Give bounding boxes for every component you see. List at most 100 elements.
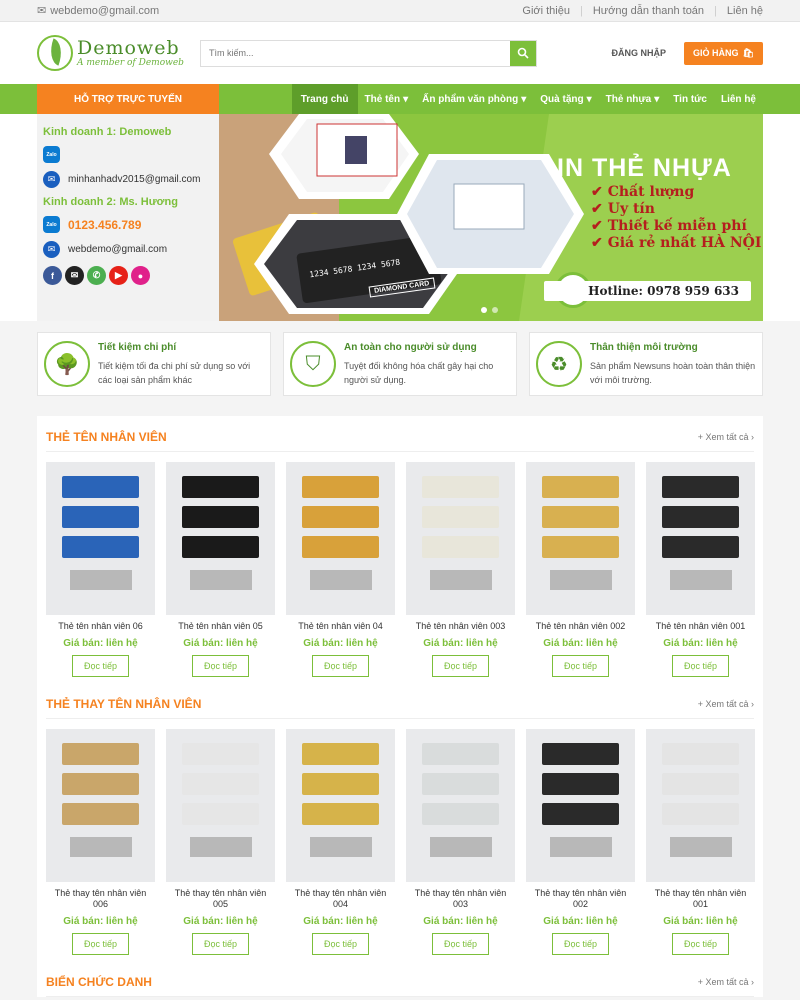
- product-image[interactable]: [526, 462, 635, 615]
- topbar-email[interactable]: ✉ webdemo@gmail.com: [37, 4, 160, 18]
- badge-illustration: [302, 743, 379, 765]
- cart-button[interactable]: GIỎ HÀNG 🛍: [684, 41, 763, 65]
- nav-item-contact[interactable]: Liên hệ: [714, 84, 763, 114]
- phone-icon[interactable]: ✆: [87, 266, 106, 285]
- view-all-link[interactable]: + Xem tất cả ›: [698, 977, 754, 987]
- product-card[interactable]: Thẻ thay tên nhân viên 005 Giá bán: liên …: [166, 729, 275, 955]
- sales-1-email[interactable]: ✉ minhanhadv2015@gmail.com: [43, 171, 213, 188]
- login-link[interactable]: ĐĂNG NHẬP: [612, 48, 667, 58]
- read-more-button[interactable]: Đọc tiếp: [191, 655, 250, 677]
- product-name[interactable]: Thẻ tên nhân viên 002: [526, 621, 635, 632]
- badge-illustration: [182, 743, 259, 765]
- product-name[interactable]: Thẻ tên nhân viên 05: [166, 621, 275, 632]
- product-card[interactable]: Thẻ tên nhân viên 002 Giá bán: liên hệ Đọc…: [526, 462, 635, 677]
- topbar-email-text: webdemo@gmail.com: [50, 4, 160, 17]
- hotline[interactable]: Hotline: 0978 959 633: [544, 281, 751, 301]
- email-share-icon[interactable]: ✉: [65, 266, 84, 285]
- product-name[interactable]: Thẻ thay tên nhân viên 001: [646, 888, 755, 910]
- product-image[interactable]: [286, 462, 395, 615]
- read-more-button[interactable]: Đọc tiếp: [311, 655, 370, 677]
- product-image[interactable]: [166, 729, 275, 882]
- read-more-button[interactable]: Đọc tiếp: [431, 655, 490, 677]
- youtube-icon[interactable]: ▶: [109, 266, 128, 285]
- product-card[interactable]: Thẻ tên nhân viên 003 Giá bán: liên hệ Đọc…: [406, 462, 515, 677]
- read-more-button[interactable]: Đọc tiếp: [191, 933, 250, 955]
- nav-item-label: Ấn phẩm văn phòng: [422, 93, 519, 105]
- online-support-button[interactable]: HỖ TRỢ TRỰC TUYẾN: [37, 84, 219, 114]
- product-card[interactable]: Thẻ thay tên nhân viên 006 Giá bán: liên …: [46, 729, 155, 955]
- divider: |: [579, 4, 583, 17]
- product-name[interactable]: Thẻ thay tên nhân viên 003: [406, 888, 515, 910]
- product-image[interactable]: [406, 462, 515, 615]
- read-more-button[interactable]: Đọc tiếp: [71, 933, 130, 955]
- product-image[interactable]: [406, 729, 515, 882]
- product-name[interactable]: Thẻ thay tên nhân viên 006: [46, 888, 155, 910]
- topbar-link-payment-guide[interactable]: Hướng dẫn thanh toán: [593, 5, 704, 17]
- topbar-link-about[interactable]: Giới thiệu: [522, 5, 570, 17]
- product-name[interactable]: Thẻ thay tên nhân viên 005: [166, 888, 275, 910]
- sales-1-zalo[interactable]: Zalo: [43, 146, 213, 163]
- nav-item-label: Trang chủ: [300, 93, 349, 105]
- product-card[interactable]: Thẻ tên nhân viên 05 Giá bán: liên hệ Đọc …: [166, 462, 275, 677]
- section-title[interactable]: BIỂN CHỨC DANH: [46, 975, 152, 989]
- read-more-button[interactable]: Đọc tiếp: [431, 933, 490, 955]
- product-name[interactable]: Thẻ tên nhân viên 04: [286, 621, 395, 632]
- nav-item-gifts[interactable]: Quà tặng ▾: [533, 84, 598, 114]
- social-links: f ✉ ✆ ▶ ●: [43, 266, 213, 285]
- product-name[interactable]: Thẻ tên nhân viên 003: [406, 621, 515, 632]
- badge-illustration: [662, 803, 739, 825]
- nav-item-news[interactable]: Tin tức: [666, 84, 714, 114]
- product-name[interactable]: Thẻ thay tên nhân viên 002: [526, 888, 635, 910]
- logo[interactable]: Demoweb A member of Demoweb: [37, 35, 200, 71]
- slider-dot[interactable]: [492, 307, 498, 313]
- section-title[interactable]: THẺ THAY TÊN NHÂN VIÊN: [46, 697, 201, 711]
- read-more-button[interactable]: Đọc tiếp: [71, 655, 130, 677]
- hero-banner[interactable]: IN THẺ NHỰA Chất lượng Uy tín Thiết kế m…: [219, 114, 763, 321]
- product-image[interactable]: [646, 729, 755, 882]
- product-image[interactable]: [526, 729, 635, 882]
- read-more-button[interactable]: Đọc tiếp: [671, 655, 730, 677]
- slider-dot[interactable]: [481, 307, 487, 313]
- product-price: Giá bán: liên hệ: [423, 916, 498, 927]
- product-name[interactable]: Thẻ tên nhân viên 001: [646, 621, 755, 632]
- read-more-button[interactable]: Đọc tiếp: [311, 933, 370, 955]
- facebook-icon[interactable]: f: [43, 266, 62, 285]
- nav-item-office-prints[interactable]: Ấn phẩm văn phòng ▾: [415, 84, 533, 114]
- product-card[interactable]: Thẻ tên nhân viên 001 Giá bán: liên hệ Đọc…: [646, 462, 755, 677]
- product-name[interactable]: Thẻ tên nhân viên 06: [46, 621, 155, 632]
- read-more-button[interactable]: Đọc tiếp: [551, 933, 610, 955]
- read-more-button[interactable]: Đọc tiếp: [671, 933, 730, 955]
- sales-2-email[interactable]: ✉ webdemo@gmail.com: [43, 241, 213, 258]
- tree-icon: 🌳: [44, 341, 90, 387]
- search-input[interactable]: [201, 40, 510, 66]
- section-title[interactable]: THẺ TÊN NHÂN VIÊN: [46, 430, 167, 444]
- product-card[interactable]: Thẻ tên nhân viên 06 Giá bán: liên hệ Đọc …: [46, 462, 155, 677]
- product-card[interactable]: Thẻ thay tên nhân viên 002 Giá bán: liên …: [526, 729, 635, 955]
- nav-item-plastic-cards[interactable]: Thẻ nhựa ▾: [599, 84, 667, 114]
- mail-icon: ✉: [37, 5, 47, 17]
- product-card[interactable]: Thẻ thay tên nhân viên 003 Giá bán: liên …: [406, 729, 515, 955]
- nav-item-label: Tin tức: [673, 93, 707, 105]
- topbar-link-contact[interactable]: Liên hệ: [727, 5, 763, 17]
- zalo-icon: Zalo: [43, 146, 60, 163]
- view-all-link[interactable]: + Xem tất cả ›: [698, 699, 754, 709]
- product-name[interactable]: Thẻ thay tên nhân viên 004: [286, 888, 395, 910]
- product-image[interactable]: [46, 729, 155, 882]
- sales-2-phone[interactable]: Zalo 0123.456.789: [43, 216, 213, 233]
- view-all-label: + Xem tất cả: [697, 698, 749, 709]
- logo-tagline: A member of Demoweb: [77, 58, 184, 68]
- product-card[interactable]: Thẻ tên nhân viên 04 Giá bán: liên hệ Đọc …: [286, 462, 395, 677]
- product-image[interactable]: [166, 462, 275, 615]
- read-more-button[interactable]: Đọc tiếp: [551, 655, 610, 677]
- product-image[interactable]: [646, 462, 755, 615]
- nav-item-home[interactable]: Trang chủ: [291, 84, 358, 114]
- product-card[interactable]: Thẻ thay tên nhân viên 001 Giá bán: liên …: [646, 729, 755, 955]
- product-card[interactable]: Thẻ thay tên nhân viên 004 Giá bán: liên …: [286, 729, 395, 955]
- product-image[interactable]: [286, 729, 395, 882]
- badge-illustration: [302, 506, 379, 528]
- search-button[interactable]: [510, 40, 536, 66]
- view-all-link[interactable]: + Xem tất cả ›: [698, 432, 754, 442]
- nav-item-name-tags[interactable]: Thẻ tên ▾: [358, 84, 416, 114]
- flickr-icon[interactable]: ●: [131, 266, 150, 285]
- product-image[interactable]: [46, 462, 155, 615]
